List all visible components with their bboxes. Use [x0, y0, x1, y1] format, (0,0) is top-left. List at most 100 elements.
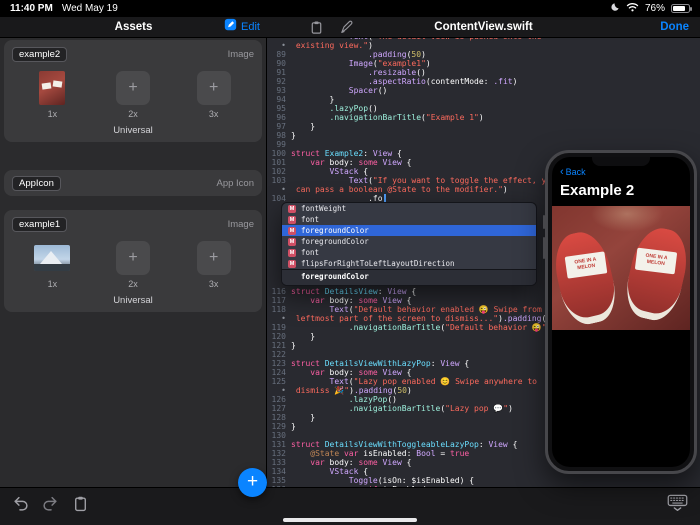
code-line[interactable]: 94 }: [267, 95, 700, 104]
code-line[interactable]: 99: [267, 140, 700, 149]
preview-title: Example 2: [560, 182, 682, 199]
line-number: 122: [267, 350, 291, 359]
line-number: 95: [267, 104, 291, 113]
line-number: 123: [267, 359, 291, 368]
asset-thumbnail[interactable]: [39, 71, 65, 105]
edit-icon: [224, 18, 237, 36]
code-text: VStack {: [291, 467, 368, 476]
autocomplete-item[interactable]: MforegroundColor: [282, 225, 536, 236]
code-line[interactable]: 95 .lazyPop(): [267, 104, 700, 113]
code-line[interactable]: 98}: [267, 131, 700, 140]
line-number: 94: [267, 95, 291, 104]
idiom-label: Universal: [12, 125, 254, 136]
autocomplete-label: font: [301, 215, 319, 224]
method-icon: M: [288, 238, 296, 246]
line-number: 121: [267, 341, 291, 350]
wrap-marker: •: [267, 386, 291, 395]
back-button[interactable]: ‹ Back: [560, 167, 690, 177]
line-number: 98: [267, 131, 291, 140]
line-number: 131: [267, 440, 291, 449]
undo-button[interactable]: [12, 495, 29, 517]
autocomplete-item[interactable]: Mfont: [282, 214, 536, 225]
autocomplete-label: foregroundColor: [301, 226, 369, 235]
back-label: Back: [566, 167, 586, 177]
code-line[interactable]: 93 Spacer(): [267, 86, 700, 95]
home-indicator[interactable]: [283, 518, 417, 522]
code-text: .padding(50): [291, 50, 426, 59]
code-text: .lazyPop(): [291, 395, 397, 404]
asset-thumbnail[interactable]: [34, 245, 70, 271]
code-text: existing view."): [291, 41, 373, 50]
code-line[interactable]: 90 Image("example1"): [267, 59, 700, 68]
live-preview-phone[interactable]: ‹ Back Example 2 ONE IN A MELON ONE IN A…: [545, 150, 697, 474]
dismiss-keyboard-button[interactable]: [667, 494, 688, 516]
empty-slot-add[interactable]: +: [197, 241, 231, 275]
asset-name-field[interactable]: example2: [12, 47, 67, 62]
method-icon: M: [288, 227, 296, 235]
code-text: var body: some View {: [291, 296, 411, 305]
code-text: struct DetailsViewWithToggleableLazyPop:…: [291, 440, 517, 449]
tag-text: ONE IN A MELON: [570, 257, 601, 273]
empty-slot-add[interactable]: +: [116, 241, 150, 275]
autocomplete-item[interactable]: MfontWeight: [282, 203, 536, 214]
scale-label: 3x: [209, 279, 219, 289]
method-icon: M: [288, 216, 296, 224]
edit-label: Edit: [241, 21, 260, 33]
preview-screen: ‹ Back Example 2 ONE IN A MELON ONE IN A…: [552, 157, 690, 467]
code-text: .aspectRatio(contentMode: .fit): [291, 77, 517, 86]
asset-name-field[interactable]: AppIcon: [12, 176, 61, 191]
line-number: 124: [267, 368, 291, 377]
ipad-screen: 11:40 PM Wed May 19 76% Assets Edit: [0, 0, 700, 525]
code-text: @State var isEnabled: Bool = true: [291, 449, 469, 458]
markup-pen-icon[interactable]: [339, 20, 354, 40]
code-line[interactable]: 135 Toggle(isOn: $isEnabled) {: [267, 476, 700, 485]
line-number: 130: [267, 431, 291, 440]
plus-icon: +: [247, 472, 258, 491]
done-button[interactable]: Done: [660, 17, 689, 37]
code-text: leftmost part of the screen to dismiss..…: [291, 314, 561, 323]
asset-card-example2[interactable]: example2Image1x+2x+3xUniversal: [4, 40, 262, 142]
wrap-marker: •: [267, 185, 291, 194]
add-asset-button[interactable]: +: [238, 468, 267, 497]
autocomplete-item[interactable]: MflipsForRightToLeftLayoutDirection: [282, 258, 536, 269]
empty-slot-add[interactable]: +: [197, 71, 231, 105]
code-text: Text("If you want to toggle the effect, …: [291, 176, 556, 185]
asset-slot: +2x: [93, 70, 174, 119]
empty-slot-add[interactable]: +: [116, 71, 150, 105]
code-line[interactable]: 96 .navigationBarTitle("Example 1"): [267, 113, 700, 122]
line-number: 128: [267, 413, 291, 422]
asset-name-field[interactable]: example1: [12, 217, 67, 232]
code-text: Spacer(): [291, 86, 387, 95]
line-number: 116: [267, 287, 291, 296]
sneaker-right: [620, 223, 690, 325]
line-number: 96: [267, 113, 291, 122]
code-line[interactable]: 97 }: [267, 122, 700, 131]
clipboard-icon[interactable]: [309, 20, 324, 40]
code-text: var body: some View {: [291, 158, 411, 167]
line-number: 125: [267, 377, 291, 386]
code-line[interactable]: 91 .resizable(): [267, 68, 700, 77]
code-text: struct Example2: View {: [291, 149, 402, 158]
nav-toolbar: Assets Edit ContentView.swift Done: [0, 17, 700, 38]
code-line[interactable]: 89 .padding(50): [267, 50, 700, 59]
method-icon: M: [288, 249, 296, 257]
asset-card-appicon[interactable]: AppIconApp Icon: [4, 170, 262, 196]
redo-button[interactable]: [42, 495, 59, 517]
edit-button[interactable]: Edit: [224, 17, 260, 37]
autocomplete-item[interactable]: Mfont: [282, 247, 536, 258]
line-number: 99: [267, 140, 291, 149]
code-line[interactable]: • existing view."): [267, 41, 700, 50]
autocomplete-label: font: [301, 248, 319, 257]
code-text: .resizable(): [291, 68, 426, 77]
autocomplete-item[interactable]: MforegroundColor: [282, 236, 536, 247]
code-text: struct DetailsViewWithLazyPop: View {: [291, 359, 469, 368]
line-number: 132: [267, 449, 291, 458]
asset-card-example1[interactable]: example1Image1x+2x+3xUniversal: [4, 210, 262, 312]
chevron-left-icon: ‹: [560, 168, 564, 176]
code-line[interactable]: 92 .aspectRatio(contentMode: .fit): [267, 77, 700, 86]
code-text: var body: some View {: [291, 458, 411, 467]
paste-icon[interactable]: [72, 495, 89, 517]
code-text: }: [291, 131, 296, 140]
line-number: 119: [267, 323, 291, 332]
sneaker-left: [552, 227, 622, 329]
